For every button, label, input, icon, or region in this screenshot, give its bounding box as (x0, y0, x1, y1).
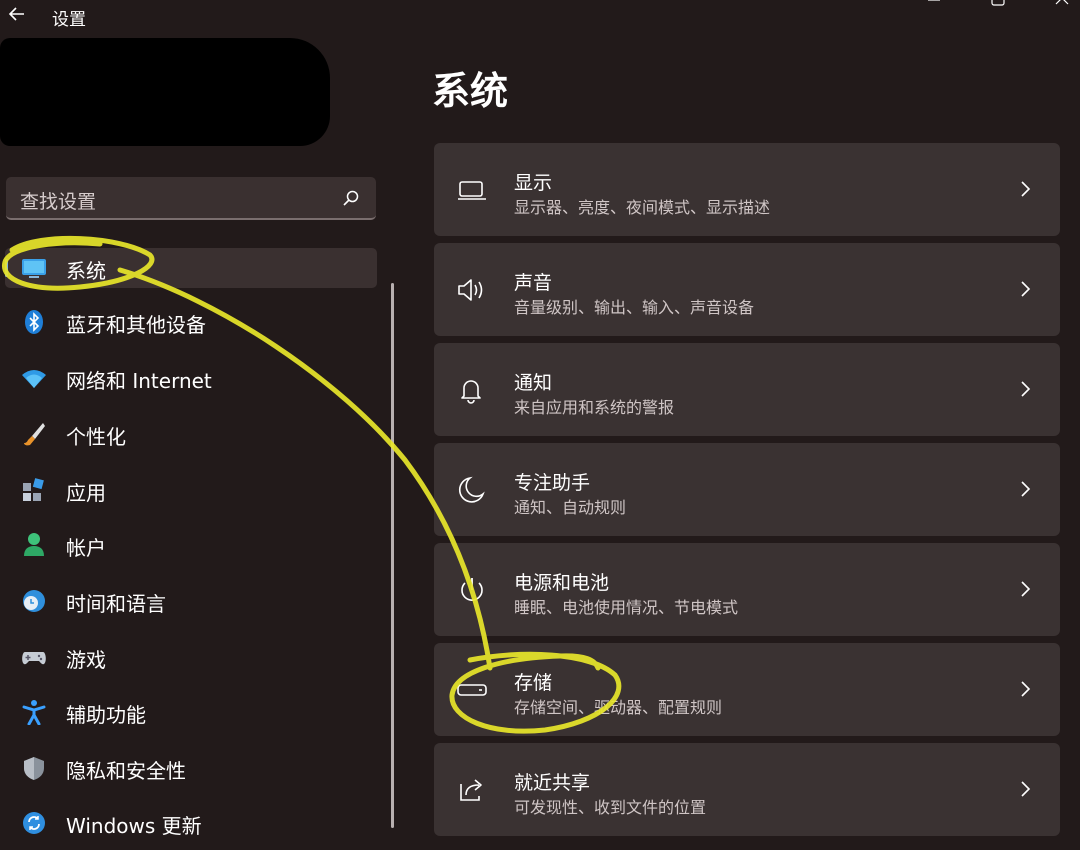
speaker-icon (458, 279, 483, 301)
sidebar-item-label: 应用 (66, 481, 106, 505)
card-title: 电源和电池 (514, 572, 610, 594)
card-subtitle: 可发现性、收到文件的位置 (514, 798, 707, 817)
page-title: 系统 (432, 69, 509, 113)
card-nearby-sharing[interactable]: 就近共享 可发现性、收到文件的位置 (434, 743, 1060, 836)
maximize-icon (991, 0, 1005, 6)
bell-icon (461, 380, 481, 404)
sidebar-item-label: 个性化 (66, 425, 126, 449)
card-subtitle: 存储空间、驱动器、配置规则 (514, 698, 723, 717)
sidebar-item-accounts[interactable]: 帐户 (5, 525, 377, 565)
chevron-right-icon (1021, 181, 1031, 197)
windows-update-icon (23, 812, 45, 834)
globe-clock-icon (23, 590, 45, 612)
sidebar-item-label: 系统 (66, 259, 106, 283)
gamepad-icon (22, 652, 46, 665)
back-button[interactable] (5, 2, 29, 26)
chevron-right-icon (1021, 581, 1031, 597)
sidebar-item-privacy[interactable]: 隐私和安全性 (5, 748, 377, 788)
sidebar-item-label: Windows 更新 (66, 814, 202, 838)
search-icon[interactable] (342, 189, 360, 207)
card-power-battery[interactable]: 电源和电池 睡眠、电池使用情况、节电模式 (434, 543, 1060, 636)
back-arrow-icon (8, 7, 24, 21)
storage-icon (457, 684, 487, 696)
sidebar-item-bluetooth[interactable]: 蓝牙和其他设备 (5, 302, 377, 342)
title-bar: 设置 (0, 0, 1080, 32)
close-icon (1055, 0, 1069, 5)
bluetooth-icon (25, 310, 43, 334)
card-storage[interactable]: 存储 存储空间、驱动器、配置规则 (434, 643, 1060, 736)
sidebar-item-accessibility[interactable]: 辅助功能 (5, 692, 377, 732)
card-title: 专注助手 (514, 472, 591, 494)
sidebar-item-label: 帐户 (66, 536, 106, 560)
sidebar-item-network[interactable]: 网络和 Internet (5, 358, 377, 398)
sidebar-item-system[interactable]: 系统 (5, 248, 377, 288)
power-icon (461, 578, 483, 601)
sidebar-item-label: 游戏 (66, 648, 106, 672)
display-icon (458, 181, 486, 200)
minimize-icon (928, 0, 940, 1)
sidebar-item-label: 隐私和安全性 (66, 759, 186, 783)
close-button[interactable] (1042, 0, 1080, 16)
card-subtitle: 睡眠、电池使用情况、节电模式 (514, 598, 739, 617)
card-subtitle: 来自应用和系统的警报 (514, 398, 675, 417)
card-notifications[interactable]: 通知 来自应用和系统的警报 (434, 343, 1060, 436)
chevron-right-icon (1021, 781, 1031, 797)
sidebar-scrollbar[interactable] (391, 283, 394, 828)
sidebar-item-label: 网络和 Internet (66, 369, 212, 393)
sidebar-item-windows-update[interactable]: Windows 更新 (5, 803, 377, 843)
share-icon (460, 779, 482, 801)
card-subtitle: 通知、自动规则 (514, 498, 627, 517)
wifi-icon (22, 370, 46, 388)
minimize-button[interactable] (914, 0, 954, 16)
chevron-right-icon (1021, 481, 1031, 497)
card-subtitle: 显示器、亮度、夜间模式、显示描述 (514, 198, 771, 217)
search-input[interactable]: 查找设置 (20, 187, 96, 214)
chevron-right-icon (1021, 281, 1031, 297)
apps-icon (23, 478, 44, 501)
maximize-button[interactable] (978, 0, 1018, 16)
chevron-right-icon (1021, 381, 1031, 397)
card-sound[interactable]: 声音 音量级别、输出、输入、声音设备 (434, 243, 1060, 336)
sidebar-item-gaming[interactable]: 游戏 (5, 637, 377, 677)
card-title: 就近共享 (514, 772, 591, 794)
chevron-right-icon (1021, 681, 1031, 697)
sidebar-item-apps[interactable]: 应用 (5, 470, 377, 510)
moon-icon (458, 476, 485, 503)
sidebar-item-label: 辅助功能 (66, 703, 146, 727)
sidebar-item-label: 蓝牙和其他设备 (66, 313, 206, 337)
sidebar-item-personalization[interactable]: 个性化 (5, 414, 377, 454)
card-focus-assist[interactable]: 专注助手 通知、自动规则 (434, 443, 1060, 536)
monitor-icon (22, 259, 46, 278)
sidebar-item-label: 时间和语言 (66, 592, 166, 616)
card-title: 通知 (514, 372, 553, 394)
card-title: 显示 (514, 172, 553, 194)
card-display[interactable]: 显示 显示器、亮度、夜间模式、显示描述 (434, 143, 1060, 236)
card-title: 存储 (514, 672, 553, 694)
card-title: 声音 (514, 272, 553, 294)
account-icon (24, 533, 44, 556)
app-title: 设置 (52, 10, 86, 30)
redacted-profile (0, 38, 330, 146)
shield-icon (24, 757, 44, 780)
accessibility-icon (22, 700, 46, 725)
search-box[interactable]: 查找设置 (6, 177, 376, 220)
sidebar-item-time-language[interactable]: 时间和语言 (5, 581, 377, 621)
paintbrush-icon (24, 423, 45, 446)
card-subtitle: 音量级别、输出、输入、声音设备 (514, 298, 755, 317)
active-indicator (5, 259, 8, 277)
